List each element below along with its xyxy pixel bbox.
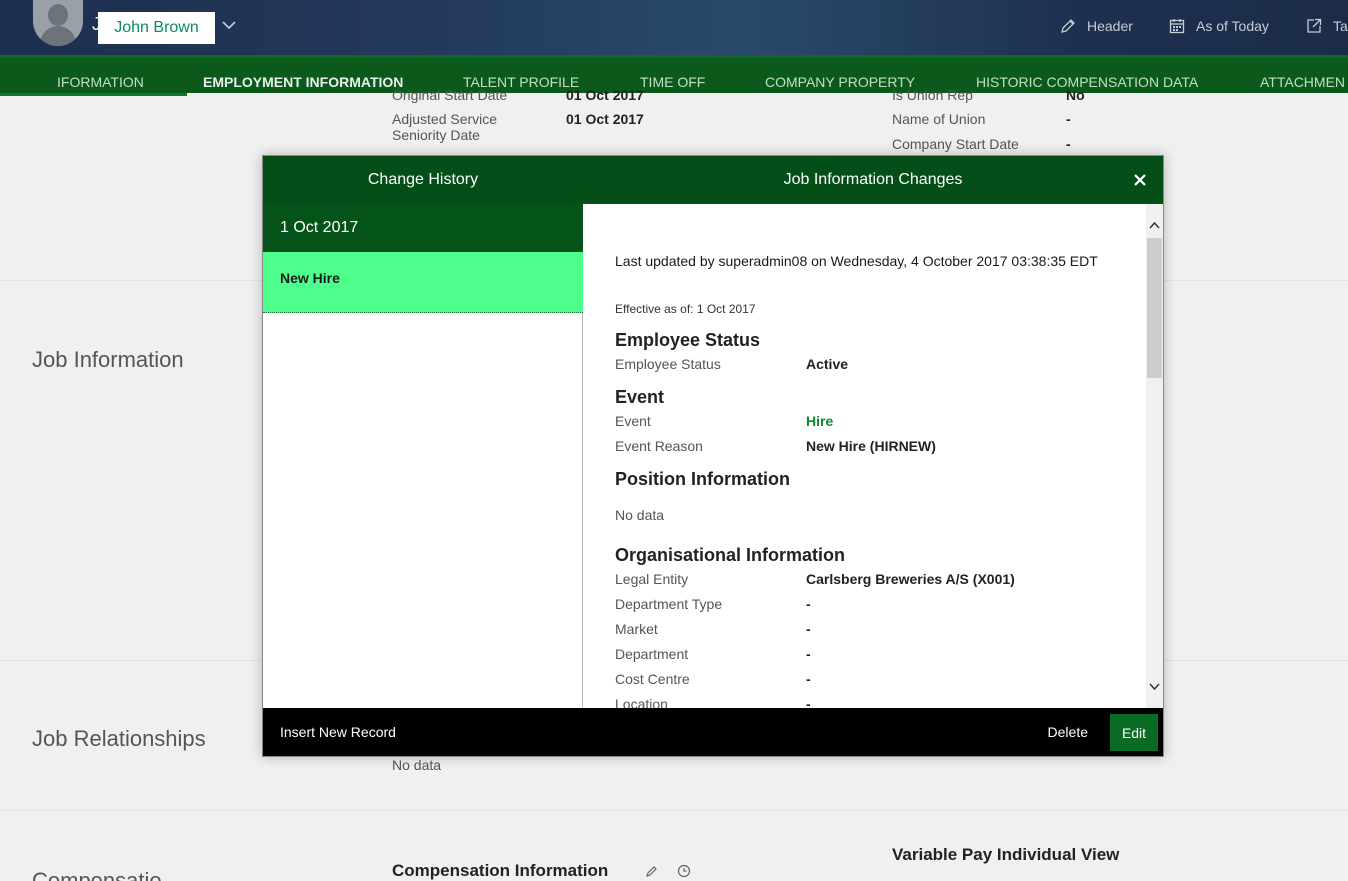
adjusted-service-date-value: 01 Oct 2017: [566, 111, 644, 127]
company-start-date-label: Company Start Date: [892, 136, 1019, 152]
field-label: Department: [615, 646, 689, 662]
job-relationships-no-data: No data: [392, 757, 442, 773]
change-history-dialog: Change History 1 Oct 2017 New Hire Inser…: [262, 155, 1164, 757]
share-icon: [1307, 18, 1322, 33]
tab-bar: IFORMATION EMPLOYMENT INFORMATION TALENT…: [0, 55, 1348, 96]
scrollbar[interactable]: [1146, 204, 1163, 708]
chevron-down-icon[interactable]: [220, 16, 238, 34]
details-panel: Job Information Changes Last updated by …: [583, 156, 1163, 756]
dialog-footer: Delete Edit: [583, 708, 1163, 756]
tab-underline: [0, 93, 187, 96]
take-action-label: Ta: [1333, 18, 1348, 34]
field-value: -: [806, 646, 811, 662]
field-value: Active: [806, 356, 849, 372]
field-label: Legal Entity: [615, 571, 689, 587]
company-start-date-value: -: [1066, 136, 1071, 152]
union-rep-value: No: [1066, 87, 1085, 103]
employee-status-heading: Employee Status: [615, 330, 761, 350]
field-label: Cost Centre: [615, 671, 690, 687]
job-information-title: Job Information: [32, 347, 184, 372]
insert-new-record-button[interactable]: Insert New Record: [263, 708, 583, 756]
position-information-heading: Position Information: [615, 469, 790, 489]
job-relationships-title: Job Relationships: [32, 726, 206, 751]
job-information-changes-title: Job Information Changes: [583, 156, 1163, 204]
top-header: J John Brown Header As of Today Ta: [0, 0, 1348, 55]
calendar-icon: [1169, 19, 1185, 34]
header-button[interactable]: Header: [1059, 15, 1133, 37]
scrollbar-thumb[interactable]: [1147, 238, 1162, 378]
avatar[interactable]: [33, 0, 83, 46]
change-history-title: Change History: [263, 156, 583, 204]
details-scroll-area[interactable]: Last updated by superadmin08 on Wednesda…: [583, 204, 1163, 708]
position-no-data: No data: [615, 507, 665, 523]
tab-attachments[interactable]: ATTACHMEN: [1260, 74, 1345, 90]
header-button-label: Header: [1087, 18, 1133, 34]
adjusted-service-date-label: Adjusted Service Seniority Date: [392, 111, 498, 143]
section-divider: [0, 810, 1348, 811]
last-updated-text: Last updated by superadmin08 on Wednesda…: [615, 253, 1098, 269]
field-value: -: [806, 671, 811, 687]
as-of-today-button[interactable]: As of Today: [1168, 15, 1269, 37]
effective-date-text: Effective as of: 1 Oct 2017: [615, 302, 756, 316]
event-value-link[interactable]: Hire: [806, 413, 833, 429]
history-clock-icon[interactable]: [677, 864, 691, 878]
edit-button[interactable]: Edit: [1110, 714, 1158, 751]
field-value: -: [806, 621, 811, 637]
tab-historic-compensation-data[interactable]: HISTORIC COMPENSATION DATA: [976, 74, 1198, 90]
history-item-new-hire[interactable]: New Hire: [263, 252, 583, 313]
name-of-union-value: -: [1066, 111, 1071, 127]
tab-personal-information[interactable]: IFORMATION: [57, 74, 144, 90]
delete-button[interactable]: Delete: [1048, 724, 1088, 740]
history-panel: Change History 1 Oct 2017 New Hire Inser…: [263, 156, 583, 756]
close-icon[interactable]: [1131, 171, 1149, 189]
original-start-date-label: Original Start Date: [392, 87, 508, 103]
take-action-button[interactable]: Ta: [1305, 15, 1348, 37]
field-label: Employee Status: [615, 356, 721, 372]
compensation-information-title: Compensation Information: [392, 861, 609, 880]
event-heading: Event: [615, 387, 665, 407]
field-label: Location: [615, 696, 668, 708]
chevron-down-icon[interactable]: [1149, 681, 1160, 692]
field-value: -: [806, 696, 811, 708]
field-label: Market: [615, 621, 658, 637]
name-of-union-label: Name of Union: [892, 111, 986, 127]
chevron-up-icon[interactable]: [1149, 220, 1160, 231]
original-start-date-value: 01 Oct 2017: [566, 87, 644, 103]
compensation-title: Compensatio: [32, 868, 162, 881]
history-date-header[interactable]: 1 Oct 2017: [263, 204, 583, 252]
organisational-information-heading: Organisational Information: [615, 545, 846, 565]
field-value: -: [806, 596, 811, 612]
user-name-button[interactable]: John Brown: [98, 12, 215, 44]
field-value: New Hire (HIRNEW): [806, 438, 936, 454]
union-rep-label: Is Union Rep: [892, 87, 973, 103]
tab-time-off[interactable]: TIME OFF: [640, 74, 705, 90]
as-of-today-label: As of Today: [1196, 18, 1269, 34]
pencil-icon[interactable]: [645, 864, 659, 878]
variable-pay-title: Variable Pay Individual View: [892, 845, 1120, 864]
field-label: Department Type: [615, 596, 723, 612]
pencil-icon: [1061, 19, 1075, 33]
field-value: Carlsberg Breweries A/S (X001): [806, 571, 1015, 587]
field-label: Event: [615, 413, 651, 429]
field-label: Event Reason: [615, 438, 703, 454]
tab-employment-information[interactable]: EMPLOYMENT INFORMATION: [203, 74, 403, 90]
